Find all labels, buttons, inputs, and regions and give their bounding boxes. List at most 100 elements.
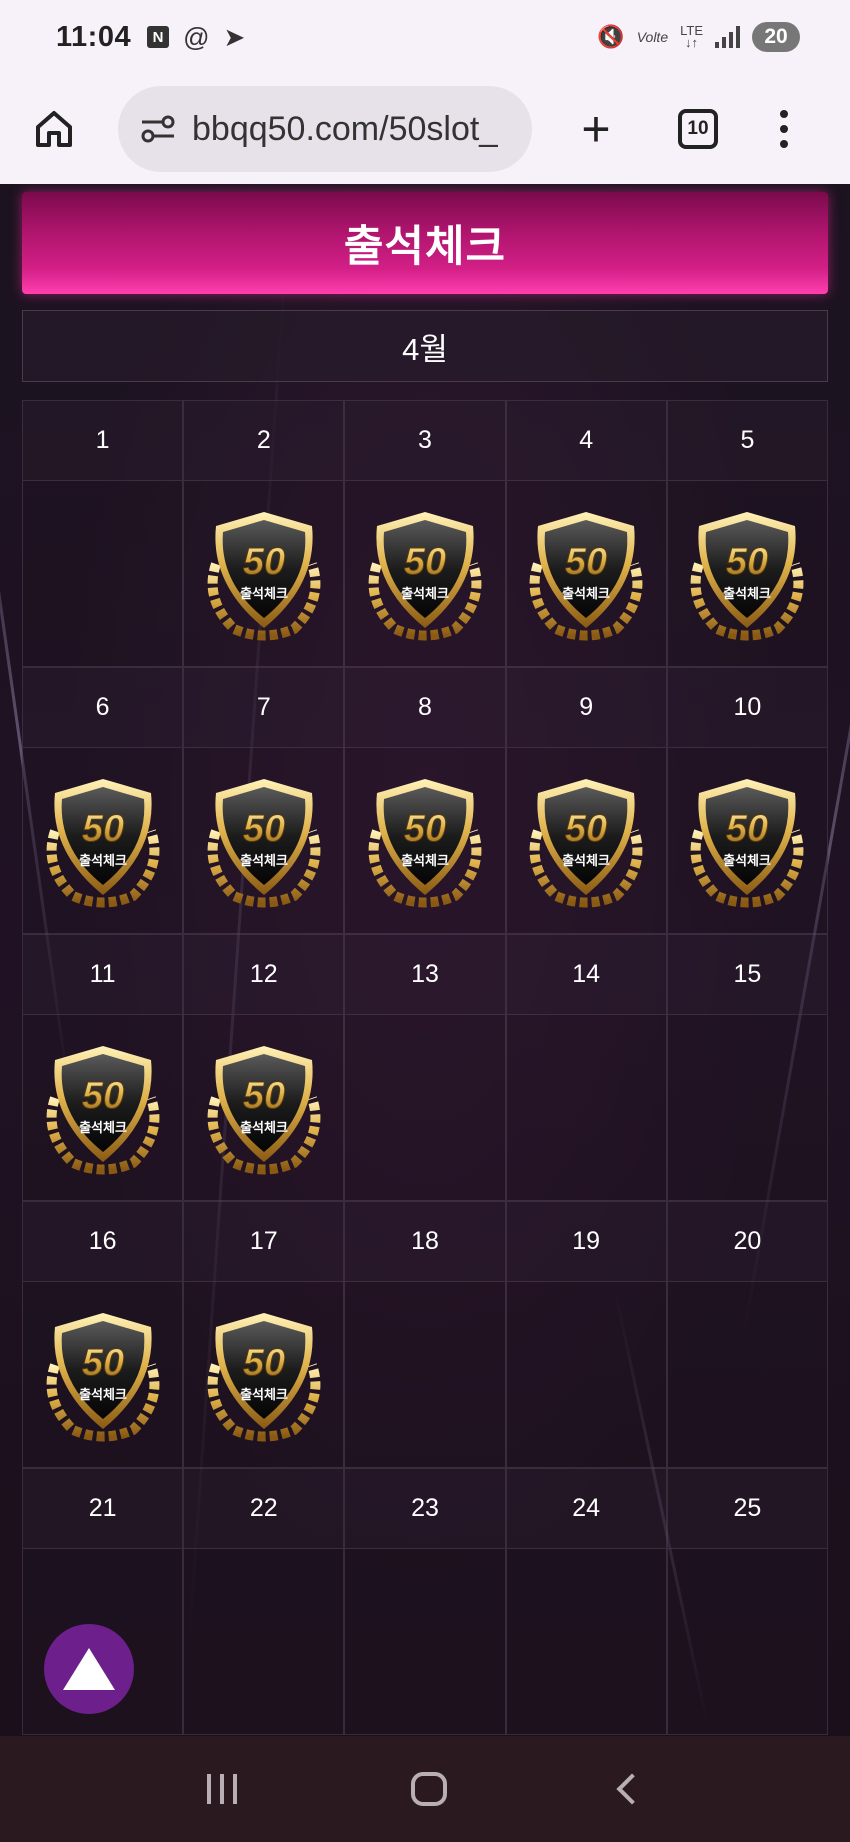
badge-number: 50	[565, 808, 607, 850]
calendar-day-cell: 10 50 출석체크	[666, 667, 828, 934]
telegram-notification-icon: ➤	[223, 22, 246, 52]
day-stamp-area: 50 출석체크	[184, 1015, 344, 1200]
more-menu-button[interactable]	[780, 110, 788, 148]
calendar-day-cell: 11 50 출석체크	[22, 934, 184, 1201]
badge-number: 50	[243, 541, 285, 583]
day-number: 19	[506, 1202, 666, 1282]
badge-label: 출석체크	[401, 853, 449, 869]
attendance-stamp-icon: 50 출석체크	[46, 778, 159, 907]
attendance-stamp-icon: 50 출석체크	[691, 778, 804, 907]
day-number: 16	[23, 1202, 183, 1282]
calendar-day-cell: 1	[22, 400, 184, 667]
badge-number: 50	[243, 808, 285, 850]
day-stamp-area: 50 출석체크	[345, 481, 505, 666]
day-number: 15	[667, 935, 827, 1015]
day-number: 24	[506, 1469, 666, 1549]
calendar-day-cell: 8 50 출석체크	[344, 667, 506, 934]
day-stamp-area: 50 출석체크	[506, 748, 666, 933]
attendance-stamp-icon: 50 출석체크	[207, 1045, 321, 1174]
attendance-stamp-icon: 50 출석체크	[46, 1045, 159, 1174]
day-stamp-area: 50 출석체크	[184, 481, 344, 666]
browser-toolbar: bbqq50.com/50slot_ + 10	[0, 74, 850, 184]
badge-number: 50	[404, 541, 446, 583]
site-settings-icon[interactable]	[140, 114, 176, 144]
home-nav-button[interactable]	[411, 1772, 447, 1806]
day-number: 4	[506, 401, 666, 481]
day-stamp-area	[345, 1282, 505, 1467]
day-stamp-area	[184, 1549, 344, 1734]
day-stamp-area: 50 출석체크	[506, 481, 666, 666]
notification-icons: N @ ➤	[147, 24, 245, 50]
badge-label: 출석체크	[79, 853, 127, 869]
calendar-day-cell: 20	[666, 1201, 828, 1468]
badge-number: 50	[404, 808, 446, 850]
day-number: 18	[345, 1202, 505, 1282]
home-icon	[36, 111, 72, 147]
calendar-day-cell: 16 50 출석체크	[22, 1201, 184, 1468]
day-stamp-area: 50 출석체크	[667, 481, 827, 666]
day-number: 3	[345, 401, 505, 481]
day-stamp-area	[506, 1282, 666, 1467]
day-number: 14	[506, 935, 666, 1015]
day-stamp-area: 50 출석체크	[667, 748, 827, 933]
badge-number: 50	[726, 808, 768, 850]
calendar-day-cell: 19	[505, 1201, 667, 1468]
month-label-box: 4월	[22, 310, 828, 382]
attendance-stamp-icon: 50 출석체크	[529, 778, 643, 907]
calendar-day-cell: 25	[666, 1468, 828, 1735]
badge-number: 50	[565, 541, 607, 583]
home-button[interactable]	[32, 107, 76, 151]
day-stamp-area: 50 출석체크	[345, 748, 505, 933]
day-number: 13	[345, 935, 505, 1015]
badge-label: 출석체크	[79, 1120, 127, 1136]
badge-number: 50	[243, 1075, 285, 1117]
day-stamp-area	[506, 1015, 666, 1200]
calendar-day-cell: 9 50 출석체크	[505, 667, 667, 934]
badge-label: 출석체크	[723, 586, 771, 602]
scroll-to-top-button[interactable]	[44, 1624, 134, 1714]
address-bar[interactable]: bbqq50.com/50slot_	[118, 86, 532, 172]
calendar-day-cell: 24	[505, 1468, 667, 1735]
day-number: 12	[184, 935, 344, 1015]
day-number: 20	[667, 1202, 827, 1282]
day-stamp-area: 50 출석체크	[23, 748, 183, 933]
page-title: 출석체크	[343, 223, 507, 271]
attendance-stamp-icon: 50 출석체크	[207, 511, 321, 640]
tab-switcher-button[interactable]: 10	[678, 109, 718, 149]
day-number: 25	[667, 1469, 827, 1549]
back-button[interactable]	[616, 1773, 648, 1805]
attendance-stamp-icon: 50 출석체크	[529, 511, 643, 640]
calendar-day-cell: 7 50 출석체크	[183, 667, 345, 934]
battery-indicator: 20	[752, 22, 800, 52]
badge-label: 출석체크	[562, 586, 610, 602]
menu-dot-icon	[780, 140, 788, 148]
day-number: 23	[345, 1469, 505, 1549]
naver-notification-icon: N	[147, 26, 170, 48]
calendar-day-cell: 5 50 출석체크	[666, 400, 828, 667]
new-tab-button[interactable]: +	[574, 104, 618, 154]
badge-label: 출석체크	[240, 853, 288, 869]
status-time: 11:04	[56, 20, 132, 53]
system-icons: 🔇 Volte LTE ↓↑ 20	[597, 22, 800, 52]
menu-dot-icon	[780, 125, 788, 133]
attendance-stamp-icon: 50 출석체크	[207, 778, 321, 907]
day-number: 7	[184, 668, 344, 748]
calendar-day-cell: 6 50 출석체크	[22, 667, 184, 934]
recent-apps-button[interactable]	[207, 1774, 237, 1804]
attendance-calendar: 12 50 출석체크 3 50 출석체크 4 50 출석체크 5 50 출석체크…	[22, 400, 828, 1735]
status-bar: 11:04 N @ ➤ 🔇 Volte LTE ↓↑ 20	[0, 0, 850, 74]
attendance-stamp-icon: 50 출석체크	[368, 511, 482, 640]
day-number: 22	[184, 1469, 344, 1549]
badge-label: 출석체크	[79, 1387, 127, 1403]
calendar-day-cell: 12 50 출석체크	[183, 934, 345, 1201]
day-stamp-area: 50 출석체크	[184, 1282, 344, 1467]
calendar-day-cell: 13	[344, 934, 506, 1201]
day-number: 17	[184, 1202, 344, 1282]
day-stamp-area	[506, 1549, 666, 1734]
calendar-day-cell: 18	[344, 1201, 506, 1468]
calendar-day-cell: 15	[666, 934, 828, 1201]
calendar-day-cell: 3 50 출석체크	[344, 400, 506, 667]
signal-strength-icon	[715, 26, 740, 48]
calendar-day-cell: 2 50 출석체크	[183, 400, 345, 667]
day-stamp-area	[345, 1015, 505, 1200]
